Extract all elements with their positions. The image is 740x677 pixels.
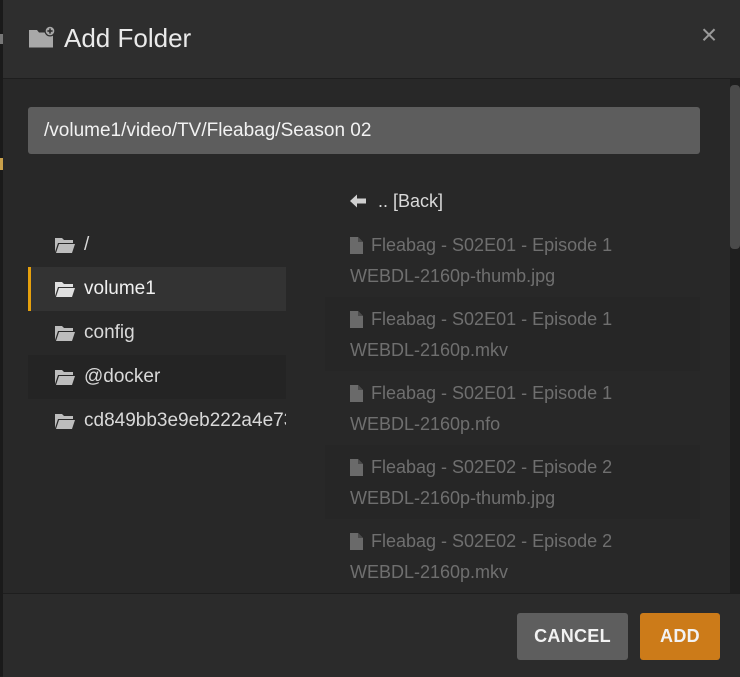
folder-open-icon <box>55 326 75 341</box>
file-name-line1: Fleabag - S02E02 - Episode 2 <box>371 457 613 477</box>
file-item: Fleabag - S02E02 - Episode 2 WEBDL-2160p… <box>325 519 700 593</box>
folder-open-icon <box>55 370 75 385</box>
file-name-line1: Fleabag - S02E01 - Episode 1 <box>371 235 613 255</box>
directory-label: volume1 <box>84 278 156 299</box>
file-name-line2: WEBDL-2160p.mkv <box>350 340 509 360</box>
file-item: Fleabag - S02E01 - Episode 1 WEBDL-2160p… <box>325 297 700 371</box>
dialog-header: Add Folder × <box>3 0 740 79</box>
directory-item-config[interactable]: config <box>28 311 286 355</box>
directory-item-cd849bb3[interactable]: cd849bb3e9eb222a4e73 <box>28 399 286 443</box>
file-icon <box>350 311 363 328</box>
add-button[interactable]: ADD <box>640 613 720 660</box>
folder-open-icon <box>55 238 75 253</box>
file-list: .. [Back] Fleabag - S02E01 - Episode 1 W… <box>325 179 700 593</box>
file-name-line1: Fleabag - S02E01 - Episode 1 <box>371 309 613 329</box>
directory-label: cd849bb3e9eb222a4e73 <box>84 410 286 431</box>
directory-item-volume1[interactable]: volume1 <box>28 267 286 311</box>
arrow-left-icon <box>350 194 366 208</box>
file-icon <box>350 533 363 550</box>
directory-item-docker[interactable]: @docker <box>28 355 286 399</box>
file-icon <box>350 459 363 476</box>
scrollbar-thumb[interactable] <box>730 85 740 249</box>
file-item: Fleabag - S02E01 - Episode 1 WEBDL-2160p… <box>325 223 700 297</box>
dialog-footer: CANCEL ADD <box>3 593 740 677</box>
file-icon <box>350 237 363 254</box>
close-icon[interactable]: × <box>698 21 720 49</box>
folder-path-input[interactable] <box>28 107 700 154</box>
dialog-title: Add Folder <box>64 23 192 53</box>
folder-plus-icon <box>29 25 56 48</box>
directory-item-root[interactable]: / <box>28 223 286 267</box>
file-item: Fleabag - S02E02 - Episode 2 WEBDL-2160p… <box>325 445 700 519</box>
file-name-line1: Fleabag - S02E01 - Episode 1 <box>371 383 613 403</box>
directory-label: @docker <box>84 366 161 387</box>
file-item: Fleabag - S02E01 - Episode 1 WEBDL-2160p… <box>325 371 700 445</box>
file-name-line2: WEBDL-2160p-thumb.jpg <box>350 488 556 508</box>
cancel-button[interactable]: CANCEL <box>517 613 628 660</box>
back-label: .. [Back] <box>378 190 444 211</box>
file-name-line1: Fleabag - S02E02 - Episode 2 <box>371 531 613 551</box>
folder-open-icon <box>55 414 75 429</box>
back-button[interactable]: .. [Back] <box>325 179 700 223</box>
directory-label: config <box>84 322 135 343</box>
folder-open-icon <box>55 282 75 297</box>
directory-label: / <box>84 234 90 255</box>
file-name-line2: WEBDL-2160p-thumb.jpg <box>350 266 556 286</box>
file-icon <box>350 385 363 402</box>
directory-list: / volume1 config @docker cd849bb3e9eb222… <box>28 223 286 443</box>
file-name-line2: WEBDL-2160p.nfo <box>350 414 501 434</box>
scrollbar[interactable] <box>730 79 740 593</box>
add-folder-dialog: Add Folder × / volume1 config @docker <box>3 0 740 677</box>
file-name-line2: WEBDL-2160p.mkv <box>350 562 509 582</box>
dialog-body: / volume1 config @docker cd849bb3e9eb222… <box>3 79 740 593</box>
